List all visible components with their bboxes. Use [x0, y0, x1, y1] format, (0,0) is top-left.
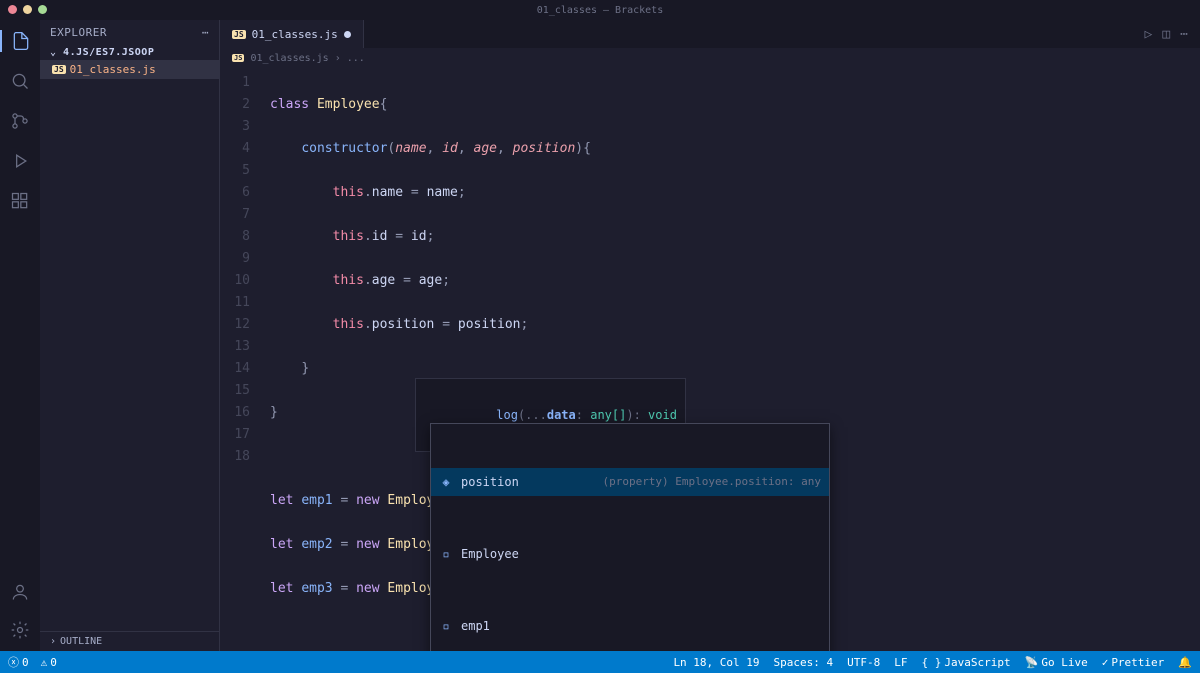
js-icon-small: JS: [232, 54, 244, 62]
tab-label: 01_classes.js: [252, 28, 338, 41]
status-cursor[interactable]: Ln 18, Col 19: [673, 656, 759, 669]
folder-header[interactable]: ⌄ 4.JS/ES7.JSOOP: [40, 45, 219, 60]
line-num: 7: [220, 204, 250, 226]
breadcrumb[interactable]: JS 01_classes.js › ...: [220, 48, 1200, 68]
line-num: 14: [220, 358, 250, 380]
status-language[interactable]: { } JavaScript: [922, 656, 1011, 669]
explorer-icon[interactable]: [0, 30, 40, 52]
line-num: 17: [220, 424, 250, 446]
outline-label: OUTLINE: [60, 636, 102, 647]
line-num: 15: [220, 380, 250, 402]
status-bell-icon[interactable]: 🔔: [1178, 656, 1192, 669]
line-num: 5: [220, 160, 250, 182]
editor-area: JS 01_classes.js ▷ ◫ ⋯ JS 01_classes.js …: [220, 20, 1200, 651]
chevron-down-icon: ⌄: [50, 47, 63, 58]
keyword-icon: ▫: [439, 615, 453, 637]
suggest-item[interactable]: ▫ emp1: [431, 612, 829, 640]
search-icon[interactable]: [9, 70, 31, 92]
activity-bar: [0, 20, 40, 651]
status-encoding[interactable]: UTF-8: [847, 656, 880, 669]
code-editor[interactable]: class Employee{ constructor(name, id, ag…: [260, 68, 1200, 651]
line-num: 1: [220, 72, 250, 94]
tab-active[interactable]: JS 01_classes.js: [220, 20, 364, 48]
keyword-icon: ▫: [439, 543, 453, 565]
split-editor-icon[interactable]: ◫: [1162, 27, 1170, 42]
line-num: 6: [220, 182, 250, 204]
suggest-item-position[interactable]: ◈ position (property) Employee.position:…: [431, 468, 829, 496]
window-title: 01_classes — Brackets: [537, 5, 663, 16]
folder-name: 4.JS/ES7.JSOOP: [63, 47, 154, 58]
status-errors[interactable]: ⓧ 0: [8, 654, 29, 670]
sidebar-title: EXPLORER: [50, 26, 107, 39]
breadcrumb-more: ...: [347, 53, 365, 64]
status-golive[interactable]: 📡 Go Live: [1025, 656, 1088, 669]
line-num: 10: [220, 270, 250, 292]
run-icon[interactable]: ▷: [1145, 27, 1153, 42]
file-item[interactable]: JS 01_classes.js M: [40, 60, 219, 79]
status-warnings[interactable]: ⚠ 0: [41, 654, 57, 670]
line-num: 11: [220, 292, 250, 314]
line-num: 18: [220, 446, 250, 468]
extensions-icon[interactable]: [9, 190, 31, 212]
breadcrumb-file: 01_classes.js: [250, 53, 328, 64]
titlebar: 01_classes — Brackets: [0, 0, 1200, 20]
chevron-right-icon: ›: [50, 636, 56, 647]
line-num: 4: [220, 138, 250, 160]
line-number-gutter: 1 2 3 4 5 6 7 8 9 10 11 12 13 14 15 16 1…: [220, 68, 260, 651]
property-icon: ◈: [439, 471, 453, 493]
status-bar: ⓧ 0 ⚠ 0 Ln 18, Col 19 Spaces: 4 UTF-8 LF…: [0, 651, 1200, 673]
close-window-icon[interactable]: [8, 5, 17, 14]
outline-section[interactable]: › OUTLINE: [40, 631, 219, 651]
tab-bar: JS 01_classes.js ▷ ◫ ⋯: [220, 20, 1200, 48]
autocomplete-popup[interactable]: ◈ position (property) Employee.position:…: [430, 423, 830, 651]
js-file-icon: JS: [52, 65, 66, 74]
source-control-icon[interactable]: [9, 110, 31, 132]
status-prettier[interactable]: ✓ Prettier: [1102, 656, 1165, 669]
more-icon[interactable]: ⋯: [202, 26, 209, 39]
tab-modified-icon: [344, 31, 351, 38]
debug-icon[interactable]: [9, 150, 31, 172]
status-spaces[interactable]: Spaces: 4: [774, 656, 834, 669]
line-num: 3: [220, 116, 250, 138]
js-icon: JS: [232, 30, 246, 39]
maximize-window-icon[interactable]: [38, 5, 47, 14]
more-actions-icon[interactable]: ⋯: [1180, 27, 1188, 42]
line-num: 12: [220, 314, 250, 336]
line-num: 9: [220, 248, 250, 270]
suggest-detail: (property) Employee.position: any: [602, 471, 821, 493]
suggest-label: emp1: [461, 615, 490, 637]
suggest-item[interactable]: ▫ Employee: [431, 540, 829, 568]
suggest-label: Employee: [461, 543, 519, 565]
sidebar: EXPLORER ⋯ ⌄ 4.JS/ES7.JSOOP JS 01_classe…: [40, 20, 220, 651]
line-num: 2: [220, 94, 250, 116]
minimize-window-icon[interactable]: [23, 5, 32, 14]
window-controls[interactable]: [8, 5, 47, 14]
line-num: 16: [220, 402, 250, 424]
line-num: 13: [220, 336, 250, 358]
line-num: 8: [220, 226, 250, 248]
breadcrumb-sep: ›: [335, 53, 341, 64]
file-name: 01_classes.js: [70, 63, 156, 76]
sidebar-header: EXPLORER ⋯: [40, 20, 219, 45]
accounts-icon[interactable]: [9, 581, 31, 603]
suggest-label: position: [461, 471, 519, 493]
status-eol[interactable]: LF: [894, 656, 907, 669]
settings-icon[interactable]: [9, 619, 31, 641]
